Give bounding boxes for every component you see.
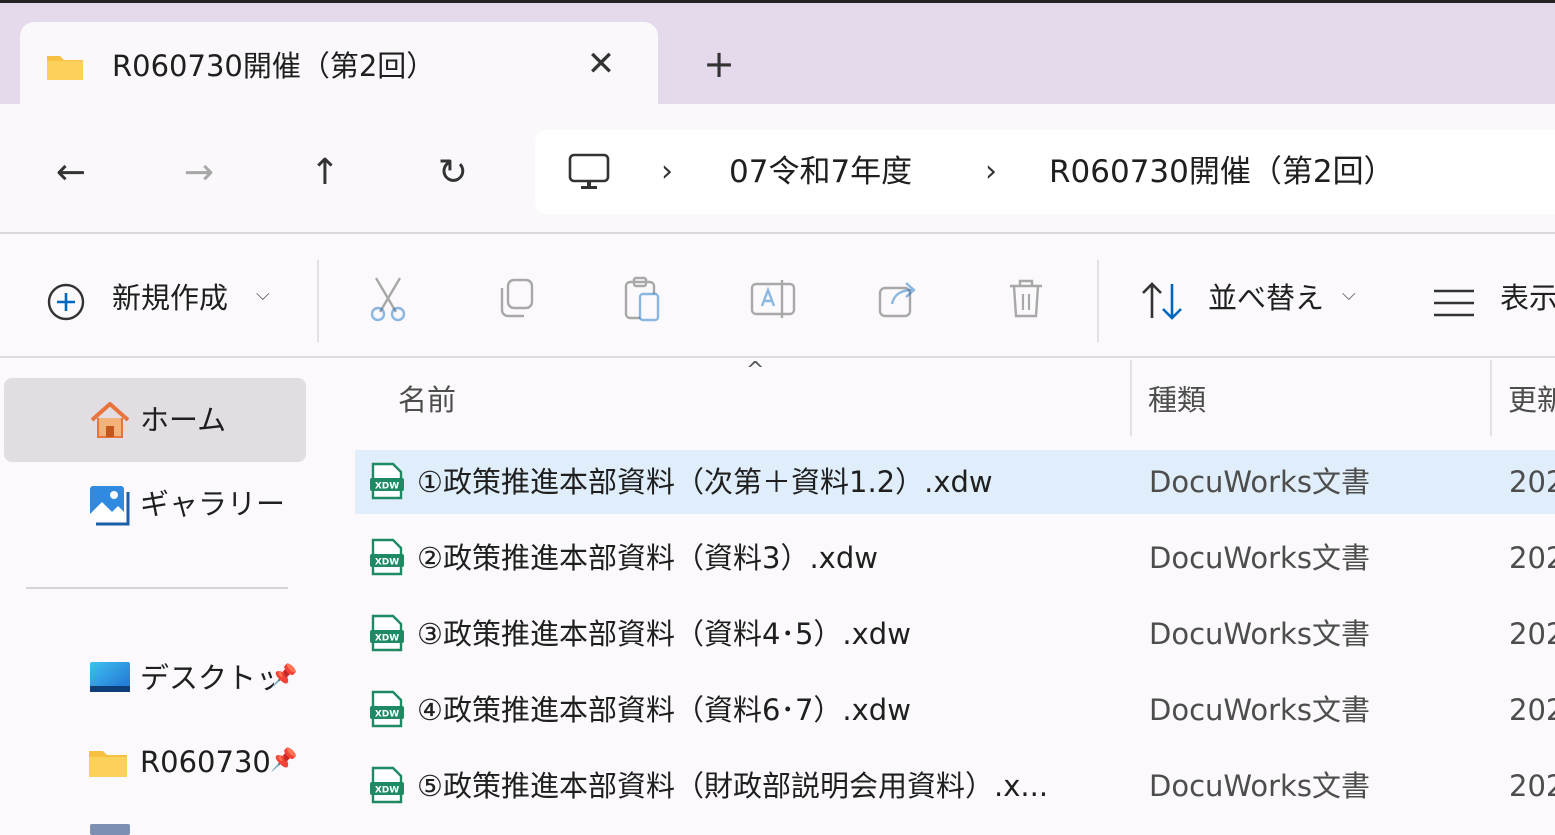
- cut-icon[interactable]: [366, 274, 410, 324]
- column-header-type[interactable]: 種類: [1148, 378, 1206, 422]
- xdw-file-icon: XDW: [370, 614, 404, 652]
- file-type: DocuWorks文書: [1149, 617, 1370, 651]
- delete-icon[interactable]: [1004, 274, 1048, 324]
- new-tab-button[interactable]: +: [696, 42, 742, 88]
- refresh-button[interactable]: ↻: [428, 148, 478, 198]
- home-icon: [90, 402, 130, 438]
- sort-icon[interactable]: [1140, 280, 1186, 322]
- breadcrumb-separator: ›: [985, 154, 997, 189]
- xdw-file-icon: XDW: [370, 538, 404, 576]
- back-button[interactable]: ←: [46, 148, 96, 198]
- navbar-divider: [0, 232, 1555, 234]
- svg-text:XDW: XDW: [375, 634, 399, 644]
- file-modified: 202: [1509, 693, 1555, 727]
- sidebar-item-label: デスクトップ: [140, 661, 274, 695]
- table-row[interactable]: XDW ③政策推進本部資料（資料4･5）.xdw DocuWorks文書 202: [355, 602, 1555, 666]
- table-row[interactable]: XDW ①政策推進本部資料（次第＋資料1.2）.xdw DocuWorks文書 202: [355, 450, 1555, 514]
- sidebar-item-label: R060730: [140, 745, 271, 779]
- sidebar-item-label: ホーム: [140, 403, 227, 437]
- gallery-icon: [90, 486, 130, 526]
- column-header-name[interactable]: 名前: [398, 378, 456, 422]
- navigation-pane: ホーム ギャラリー デスクトップ 📌 R060730 📌: [0, 358, 314, 835]
- table-row[interactable]: XDW ②政策推進本部資料（資料3）.xdw DocuWorks文書 202: [355, 526, 1555, 590]
- breadcrumb-item-current[interactable]: R060730開催（第2回）: [1049, 150, 1395, 194]
- copy-icon[interactable]: [494, 274, 538, 324]
- file-modified: 202: [1509, 617, 1555, 651]
- toolbar-separator: [1097, 260, 1099, 342]
- navigation-bar: ← → ↑ ↻ › 07令和7年度 › R060730開催（第2回）: [0, 104, 1555, 234]
- desktop-icon: [90, 662, 130, 692]
- rename-icon[interactable]: [748, 274, 798, 324]
- column-separator[interactable]: [1490, 360, 1492, 436]
- column-separator[interactable]: [1130, 360, 1132, 436]
- toolbar-separator: [317, 260, 319, 342]
- file-name: ④政策推進本部資料（資料6･7）.xdw: [417, 693, 911, 727]
- plus-circle-icon[interactable]: [46, 282, 86, 322]
- file-list: ^ 名前 種類 更新日時 XDW ①政策推進本部資料（次第＋資料1.2）.xdw D…: [314, 358, 1555, 835]
- file-name: ⑤政策推進本部資料（財政部説明会用資料）.x...: [417, 769, 1049, 803]
- pin-icon[interactable]: 📌: [270, 664, 297, 689]
- svg-text:XDW: XDW: [375, 786, 399, 796]
- share-icon[interactable]: [876, 274, 922, 324]
- window-top-border: [0, 0, 1555, 3]
- sidebar-item-desktop[interactable]: デスクトップ 📌: [4, 636, 310, 720]
- file-name: ①政策推進本部資料（次第＋資料1.2）.xdw: [417, 465, 993, 499]
- view-icon[interactable]: [1432, 288, 1476, 318]
- new-button[interactable]: 新規作成: [112, 278, 228, 318]
- svg-text:XDW: XDW: [375, 710, 399, 720]
- file-modified: 202: [1509, 465, 1555, 499]
- new-dropdown-chevron[interactable]: ⌵: [256, 284, 270, 305]
- xdw-file-icon: XDW: [370, 690, 404, 728]
- column-header-modified[interactable]: 更新日時: [1508, 378, 1555, 422]
- command-toolbar: 新規作成 ⌵ 並べ替え ⌵ 表示: [0, 236, 1555, 358]
- xdw-file-icon: XDW: [370, 462, 404, 500]
- breadcrumb-item-fiscal-year[interactable]: 07令和7年度: [729, 150, 912, 194]
- tab-close-button[interactable]: ✕: [583, 44, 619, 84]
- paste-icon[interactable]: [620, 274, 664, 324]
- sidebar-divider: [26, 587, 288, 589]
- title-bar: R060730開催（第2回） ✕ +: [0, 0, 1555, 112]
- address-bar[interactable]: › 07令和7年度 › R060730開催（第2回）: [535, 130, 1555, 214]
- folder-icon: [89, 751, 127, 777]
- folder-icon: [47, 56, 83, 80]
- view-button[interactable]: 表示: [1500, 278, 1555, 318]
- table-row[interactable]: XDW ⑤政策推進本部資料（財政部説明会用資料）.x... DocuWorks文書 2…: [355, 754, 1555, 818]
- table-row[interactable]: XDW ④政策推進本部資料（資料6･7）.xdw DocuWorks文書 202: [355, 678, 1555, 742]
- pc-icon: [568, 153, 610, 189]
- tab-title: R060730開催（第2回）: [112, 49, 436, 83]
- sidebar-item-home[interactable]: ホーム: [4, 378, 306, 462]
- file-modified: 202: [1509, 541, 1555, 575]
- pin-icon[interactable]: 📌: [270, 748, 297, 773]
- tab-active[interactable]: R060730開催（第2回） ✕: [20, 22, 658, 112]
- file-modified: 202: [1509, 769, 1555, 803]
- file-type: DocuWorks文書: [1149, 769, 1370, 803]
- file-type: DocuWorks文書: [1149, 465, 1370, 499]
- sidebar-item-partial[interactable]: [90, 824, 130, 835]
- sort-dropdown-chevron[interactable]: ⌵: [1342, 284, 1356, 305]
- sidebar-item-gallery[interactable]: ギャラリー: [4, 462, 306, 546]
- sidebar-item-r060730[interactable]: R060730 📌: [4, 720, 310, 804]
- up-button[interactable]: ↑: [300, 148, 350, 198]
- file-type: DocuWorks文書: [1149, 693, 1370, 727]
- svg-text:XDW: XDW: [375, 558, 399, 568]
- breadcrumb-separator: ›: [661, 154, 673, 189]
- file-name: ③政策推進本部資料（資料4･5）.xdw: [417, 617, 911, 651]
- xdw-file-icon: XDW: [370, 766, 404, 804]
- sort-indicator-caret: ^: [746, 358, 765, 383]
- sort-button[interactable]: 並べ替え: [1208, 278, 1324, 318]
- file-name: ②政策推進本部資料（資料3）.xdw: [417, 541, 878, 575]
- sidebar-item-label: ギャラリー: [140, 487, 286, 521]
- svg-text:XDW: XDW: [375, 482, 399, 492]
- file-type: DocuWorks文書: [1149, 541, 1370, 575]
- forward-button[interactable]: →: [174, 148, 224, 198]
